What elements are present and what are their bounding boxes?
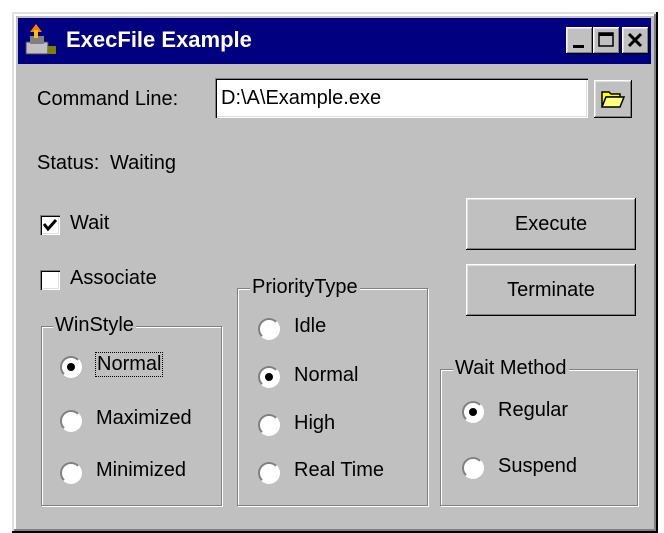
wait-method-group <box>440 369 638 506</box>
wait-regular-label: Regular <box>498 399 569 421</box>
associate-checkbox[interactable] <box>40 270 60 290</box>
priority-high-radio[interactable] <box>258 414 280 436</box>
radio-dot <box>469 408 477 416</box>
priority-realtime-radio[interactable] <box>258 462 280 484</box>
priority-normal-radio[interactable] <box>258 366 280 388</box>
priority-title: PriorityType <box>250 276 360 299</box>
wait-suspend-label: Suspend <box>498 455 577 477</box>
app-icon <box>25 24 56 55</box>
priority-realtime-label: Real Time <box>294 459 385 481</box>
maximize-icon <box>598 32 614 47</box>
priority-idle-radio[interactable] <box>258 318 280 340</box>
wait-method-title: Wait Method <box>453 357 569 380</box>
wait-checkbox[interactable] <box>40 215 60 235</box>
winstyle-minimized-label: Minimized <box>96 459 187 481</box>
winstyle-minimized-radio[interactable] <box>60 462 82 484</box>
wait-suspend-radio[interactable] <box>462 457 484 479</box>
associate-label: Associate <box>70 267 157 289</box>
status-value: Waiting <box>110 152 176 174</box>
close-icon <box>627 32 643 48</box>
terminate-button[interactable]: Terminate <box>466 264 636 316</box>
window-title: ExecFile Example <box>66 27 252 52</box>
command-line-input[interactable]: D:\A\Example.exe <box>215 78 588 118</box>
winstyle-maximized-radio[interactable] <box>60 410 82 432</box>
winstyle-normal-radio[interactable] <box>60 356 82 378</box>
folder-open-icon <box>600 91 626 108</box>
minimize-button[interactable] <box>566 27 593 54</box>
maximize-button[interactable] <box>593 27 620 54</box>
wait-label: Wait <box>70 212 110 234</box>
priority-normal-label: Normal <box>294 364 359 386</box>
browse-button[interactable] <box>594 80 632 118</box>
priority-high-label: High <box>294 412 336 434</box>
minimize-icon <box>573 45 584 48</box>
execute-button[interactable]: Execute <box>466 198 636 250</box>
command-line-value: D:\A\Example.exe <box>221 87 382 109</box>
winstyle-title: WinStyle <box>53 314 136 337</box>
winstyle-maximized-label: Maximized <box>96 407 192 429</box>
command-line-label: Command Line: <box>37 88 179 110</box>
priority-idle-label: Idle <box>294 315 327 337</box>
wait-regular-radio[interactable] <box>462 401 484 423</box>
close-button[interactable] <box>622 27 649 54</box>
radio-dot <box>67 363 75 371</box>
status-label: Status: <box>37 152 100 174</box>
radio-dot <box>265 373 273 381</box>
winstyle-normal-label: Normal <box>94 352 164 377</box>
check-icon <box>42 219 58 232</box>
